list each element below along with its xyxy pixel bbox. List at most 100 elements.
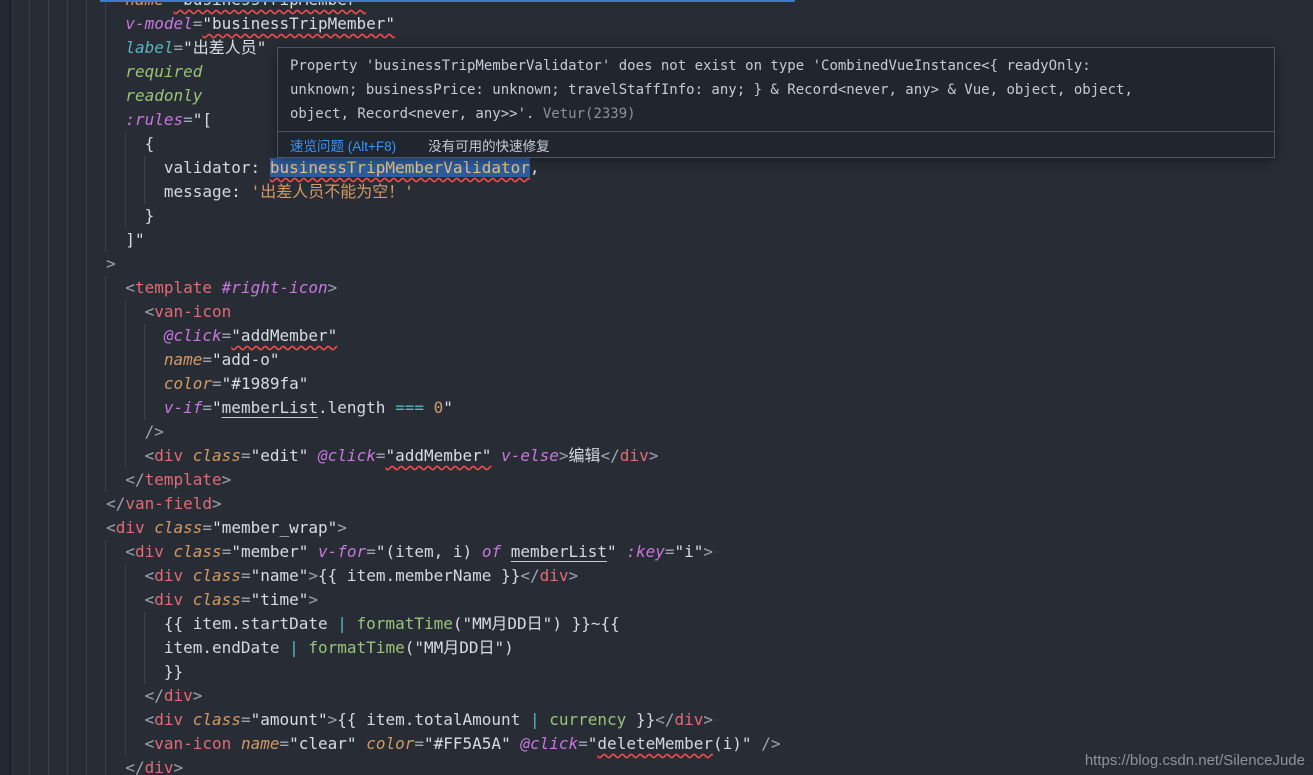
code-line[interactable]: {{ item.startDate | formatTime("MM月DD日")… <box>29 612 780 636</box>
code-token: "name" <box>251 566 309 585</box>
code-token: van-field <box>125 494 212 513</box>
code-line[interactable]: </div> <box>29 756 780 775</box>
code-line[interactable]: message: '出差人员不能为空！' <box>29 180 780 204</box>
code-line[interactable]: </van-field> <box>29 492 780 516</box>
code-token: @click <box>520 734 578 753</box>
code-token: {{ item.totalAmount <box>337 710 530 729</box>
code-token: div <box>164 686 193 705</box>
peek-problem-link[interactable]: 速览问题 (Alt+F8) <box>290 135 396 155</box>
code-token: div <box>135 542 164 561</box>
code-token: class <box>193 566 241 585</box>
error-message: Property 'businessTripMemberValidator' d… <box>278 48 1274 131</box>
code-token: </ <box>655 710 674 729</box>
code-token <box>752 734 762 753</box>
code-line[interactable]: <div class="name">{{ item.memberName }}<… <box>29 564 780 588</box>
code-token: ]" <box>29 230 145 249</box>
code-token: = <box>366 542 376 561</box>
code-token: < <box>29 710 154 729</box>
code-token: > <box>328 278 338 297</box>
code-token: > <box>337 518 347 537</box>
code-line[interactable]: </template> <box>29 468 780 492</box>
code-token: formatTime <box>308 638 404 657</box>
code-token: class <box>193 710 241 729</box>
code-line[interactable]: <van-icon name="clear" color="#FF5A5A" @… <box>29 732 780 756</box>
code-token <box>357 734 367 753</box>
code-line[interactable]: name="add-o" <box>29 348 780 372</box>
code-token <box>183 710 193 729</box>
code-token: } <box>29 206 154 225</box>
code-token: = <box>578 734 588 753</box>
code-token: > <box>308 566 318 585</box>
code-token: = <box>414 734 424 753</box>
code-line[interactable]: <div class="amount">{{ item.totalAmount … <box>29 708 780 732</box>
code-line[interactable]: <van-icon <box>29 300 780 324</box>
code-token: "MM月DD日" <box>463 614 553 633</box>
code-token: | <box>289 638 299 657</box>
code-token: '出差人员不能为空！' <box>251 182 414 201</box>
code-token: color <box>366 734 414 753</box>
code-line[interactable]: validator: businessTripMemberValidator, <box>29 156 780 180</box>
code-line[interactable]: <div class="member_wrap"> <box>29 516 780 540</box>
code-line[interactable]: @click="addMember" <box>29 324 780 348</box>
code-token: "time" <box>251 590 309 609</box>
code-token: " <box>443 398 453 417</box>
code-token: class <box>174 542 222 561</box>
code-line[interactable]: item.endDate | formatTime("MM月DD日") <box>29 636 780 660</box>
code-token: === <box>395 398 424 417</box>
code-token: @click <box>29 326 222 345</box>
code-line[interactable]: v-if="memberList.length === 0" <box>29 396 780 420</box>
code-token: </ <box>29 758 145 775</box>
code-line[interactable]: v-model="businessTripMember" <box>29 12 780 36</box>
code-token: > <box>174 758 184 775</box>
code-token <box>212 278 222 297</box>
code-token: formatTime <box>357 614 453 633</box>
code-token: "member_wrap" <box>212 518 337 537</box>
code-token: = <box>202 518 212 537</box>
code-line[interactable]: > <box>29 252 780 276</box>
code-line[interactable]: }} <box>29 660 780 684</box>
code-token <box>299 638 309 657</box>
code-token: "addMember" <box>385 446 491 465</box>
code-token: < <box>29 590 154 609</box>
code-token: name <box>241 734 280 753</box>
code-token: div <box>154 446 183 465</box>
code-token: = <box>241 566 251 585</box>
code-token: memberList <box>222 398 318 417</box>
error-message-line3-text: object, Record<never, any>>'. <box>290 106 543 122</box>
code-line[interactable]: <div class="member" v-for="(item, i) of … <box>29 540 780 564</box>
code-token: < <box>29 566 154 585</box>
code-line[interactable]: </div> <box>29 684 780 708</box>
code-token: " <box>607 542 617 561</box>
code-token: class <box>193 590 241 609</box>
code-line[interactable]: <div class="edit" @click="addMember" v-e… <box>29 444 780 468</box>
error-tooltip: Property 'businessTripMemberValidator' d… <box>277 47 1275 158</box>
code-token: = <box>665 542 675 561</box>
code-token: > <box>703 710 713 729</box>
code-token: v-else <box>501 446 559 465</box>
code-token: = <box>174 38 184 57</box>
code-line[interactable]: } <box>29 204 780 228</box>
code-line[interactable]: ]" <box>29 228 780 252</box>
code-token: ( <box>405 638 415 657</box>
code-token: #right-icon <box>222 278 328 297</box>
top-accent-line <box>100 0 795 2</box>
code-token: , <box>530 158 540 177</box>
code-token: " <box>588 734 598 753</box>
code-token: = <box>212 374 222 393</box>
code-line[interactable]: <div class="time"> <box>29 588 780 612</box>
code-token: = <box>202 398 212 417</box>
code-token: 编辑 <box>569 446 601 465</box>
code-line[interactable]: color="#1989fa" <box>29 372 780 396</box>
code-token: deleteMember <box>597 734 713 753</box>
code-token <box>308 446 318 465</box>
code-token: div <box>154 566 183 585</box>
error-message-line3: object, Record<never, any>>'. Vetur(2339… <box>290 102 1262 126</box>
code-token: > <box>222 470 232 489</box>
code-line[interactable]: <template #right-icon> <box>29 276 780 300</box>
code-token: name <box>29 350 202 369</box>
code-token: "clear" <box>289 734 356 753</box>
code-token: " <box>742 734 752 753</box>
code-line[interactable]: /> <box>29 420 780 444</box>
code-token: < <box>29 278 135 297</box>
code-token: < <box>29 518 116 537</box>
